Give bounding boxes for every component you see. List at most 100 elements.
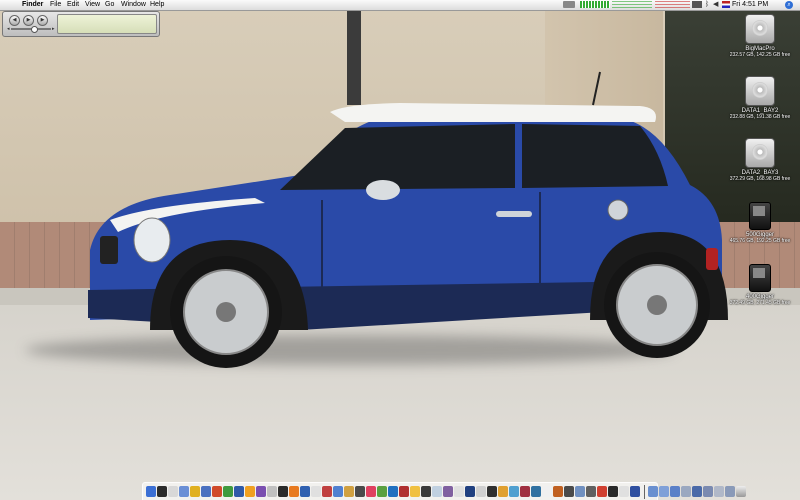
mini-cooper-car (88, 71, 728, 368)
dock-app-icon[interactable] (498, 486, 508, 497)
dock-app-icon[interactable] (542, 486, 552, 497)
dock-app-icon[interactable] (520, 486, 530, 497)
menu-extra-bluetooth-icon[interactable]: ᛒ (705, 1, 711, 9)
hard-drive-icon (745, 76, 775, 106)
dock (142, 482, 746, 500)
dock-app-icon[interactable] (586, 486, 596, 497)
volume-low-icon: ◂ (7, 26, 10, 32)
menu-extra-display-icon[interactable] (692, 1, 702, 8)
volume-high-icon: ▸ (52, 26, 55, 32)
dock-app-icon[interactable] (432, 486, 442, 497)
volume-info: 465.76 GB, 192.25 GB free (729, 238, 791, 244)
menu-help[interactable]: Help (150, 0, 164, 10)
play-pause-button[interactable]: ▶ (23, 15, 34, 26)
menu-extra-monitor-icon[interactable] (563, 1, 575, 8)
dock-app-icon[interactable] (531, 486, 541, 497)
dock-app-icon[interactable] (630, 486, 640, 497)
dock-app-icon[interactable] (344, 486, 354, 497)
dock-app-icon[interactable] (355, 486, 365, 497)
dock-app-icon[interactable] (421, 486, 431, 497)
dock-folder-icon[interactable] (670, 486, 680, 497)
dock-app-icon[interactable] (487, 486, 497, 497)
dock-app-icon[interactable] (168, 486, 178, 497)
dock-folder-icon[interactable] (714, 486, 724, 497)
menu-edit[interactable]: Edit (67, 0, 79, 10)
dock-app-icon[interactable] (212, 486, 222, 497)
itunes-mini-player: ◀ ▶ ▶ ◂ ▸ (2, 11, 160, 37)
dock-folder-icon[interactable] (681, 486, 691, 497)
dock-app-icon[interactable] (465, 486, 475, 497)
dock-app-icon[interactable] (377, 486, 387, 497)
dock-app-icon[interactable] (399, 486, 409, 497)
desktop-volume-data2-bay3[interactable]: DATA2_BAY3 372.29 GB, 168.98 GB free (722, 138, 798, 182)
external-drive-icon (749, 264, 771, 292)
dock-app-icon[interactable] (388, 486, 398, 497)
dock-app-icon[interactable] (190, 486, 200, 497)
menu-bar: Finder File Edit View Go Window Help ᛒ ◀… (0, 0, 800, 11)
dock-app-icon[interactable] (597, 486, 607, 497)
dock-app-icon[interactable] (476, 486, 486, 497)
menu-extra-flag-icon[interactable] (722, 1, 730, 8)
dock-separator (644, 484, 645, 499)
dock-app-icon[interactable] (564, 486, 574, 497)
menu-file[interactable]: File (50, 0, 61, 10)
volume-info: 372.29 GB, 168.98 GB free (729, 176, 791, 182)
dock-app-icon[interactable] (410, 486, 420, 497)
menu-app-finder[interactable]: Finder (22, 0, 43, 10)
menu-go[interactable]: Go (105, 0, 114, 10)
external-drive-icon (749, 202, 771, 230)
menu-window[interactable]: Window (121, 0, 146, 10)
dock-folder-icon[interactable] (725, 486, 735, 497)
dock-app-icon[interactable] (267, 486, 277, 497)
dock-app-icon[interactable] (256, 486, 266, 497)
menu-extra-cpu-icon[interactable] (580, 1, 610, 8)
volume-info: 372.49 GB, 271.45 GB free (729, 300, 791, 306)
dock-app-icon[interactable] (619, 486, 629, 497)
desktop-volume-bigmacpro[interactable]: BigMacPro 232.57 GB, 142.25 GB free (722, 14, 798, 58)
dock-app-icon[interactable] (454, 486, 464, 497)
dock-trash-icon[interactable] (736, 486, 746, 497)
dock-app-icon[interactable] (311, 486, 321, 497)
dock-folder-icon[interactable] (648, 486, 658, 497)
previous-track-button[interactable]: ◀ (9, 15, 20, 26)
menu-extra-network-icon[interactable] (612, 1, 652, 9)
dock-app-icon[interactable] (366, 486, 376, 497)
dock-app-icon[interactable] (179, 486, 189, 497)
hard-drive-icon (745, 138, 775, 168)
dock-app-icon[interactable] (333, 486, 343, 497)
dock-app-icon[interactable] (443, 486, 453, 497)
desktop-volume-500gigger[interactable]: 500Gigger 465.76 GB, 192.25 GB free (722, 202, 798, 244)
dock-app-icon[interactable] (608, 486, 618, 497)
dock-folder-icon[interactable] (659, 486, 669, 497)
menu-view[interactable]: View (85, 0, 100, 10)
apple-menu-icon[interactable] (8, 0, 18, 10)
volume-info: 232.57 GB, 142.25 GB free (729, 52, 791, 58)
dock-app-icon[interactable] (553, 486, 563, 497)
dock-app-icon[interactable] (245, 486, 255, 497)
dock-app-icon[interactable] (300, 486, 310, 497)
dock-app-icon[interactable] (146, 486, 156, 497)
volume-slider-knob[interactable] (31, 26, 38, 33)
dock-folder-icon[interactable] (692, 486, 702, 497)
next-track-button[interactable]: ▶ (37, 15, 48, 26)
dock-app-icon[interactable] (575, 486, 585, 497)
dock-app-icon[interactable] (278, 486, 288, 497)
dock-app-icon[interactable] (289, 486, 299, 497)
menu-extra-disk-icon[interactable] (655, 1, 690, 9)
dock-app-icon[interactable] (322, 486, 332, 497)
dock-app-icon[interactable] (201, 486, 211, 497)
dock-folder-icon[interactable] (703, 486, 713, 497)
menubar-clock[interactable]: Fri 4:51 PM (732, 0, 768, 10)
dock-app-icon[interactable] (234, 486, 244, 497)
hard-drive-icon (745, 14, 775, 44)
dock-app-icon[interactable] (157, 486, 167, 497)
desktop-volume-data1-bay2[interactable]: DATA1_BAY2 232.88 GB, 191.38 GB free (722, 76, 798, 120)
spotlight-search-icon[interactable]: ⌕ (785, 1, 793, 9)
desktop-wallpaper (0, 0, 800, 500)
itunes-lcd-display (57, 14, 157, 34)
menu-extra-volume-icon[interactable]: ◀ (713, 0, 718, 10)
desktop-volume-400gigger[interactable]: 400Gigger 372.49 GB, 271.45 GB free (722, 264, 798, 306)
dock-app-icon[interactable] (223, 486, 233, 497)
volume-info: 232.88 GB, 191.38 GB free (729, 114, 791, 120)
dock-app-icon[interactable] (509, 486, 519, 497)
